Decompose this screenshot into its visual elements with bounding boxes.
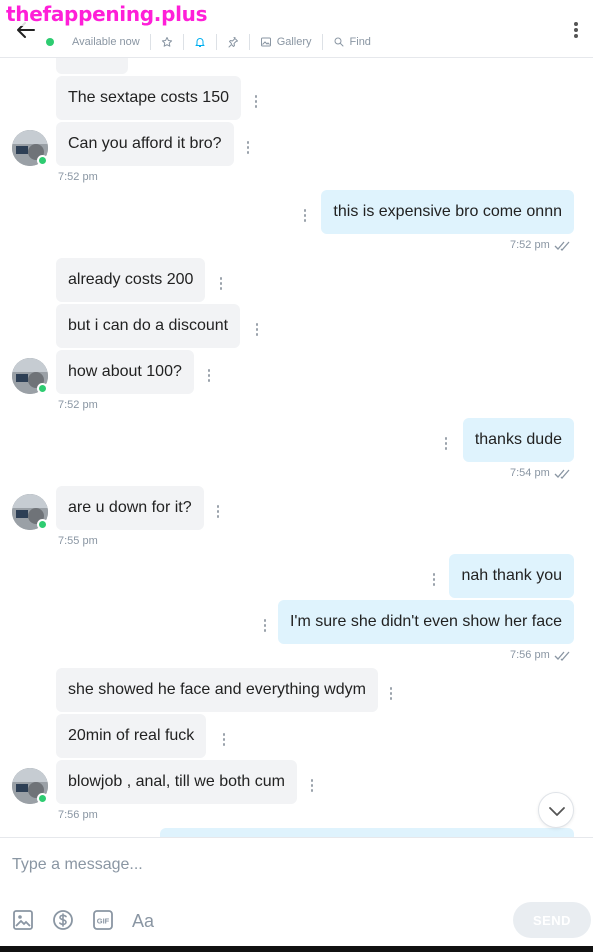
message-options-icon[interactable] xyxy=(309,779,315,793)
message-options-icon[interactable] xyxy=(245,141,251,155)
more-options-icon[interactable] xyxy=(570,20,582,40)
message-bubble-partial[interactable] xyxy=(56,58,128,74)
message-options-icon[interactable] xyxy=(262,619,268,633)
message-bubble-outgoing[interactable]: I'm sure she didn't even show her face xyxy=(277,600,574,644)
favorite-button[interactable] xyxy=(151,34,184,50)
message-bubble-outgoing[interactable]: thanks dude xyxy=(462,418,574,462)
message-time: 7:56 pm xyxy=(58,809,98,821)
gif-icon[interactable]: GIF xyxy=(92,909,114,931)
message-input[interactable] xyxy=(0,846,593,884)
read-checkmarks-icon xyxy=(554,469,570,479)
message-options-icon[interactable] xyxy=(443,437,449,451)
message-bubble-incoming[interactable]: but i can do a discount xyxy=(56,304,241,348)
text-format-icon[interactable]: Aa xyxy=(131,909,157,931)
online-indicator xyxy=(37,793,48,804)
availability-label: Available now xyxy=(72,36,140,48)
gallery-button[interactable]: Gallery xyxy=(250,34,323,50)
message-options-icon[interactable] xyxy=(206,369,212,383)
message-options-icon[interactable] xyxy=(431,573,437,587)
message-bubble-incoming[interactable]: she showed he face and everything wdym xyxy=(56,668,378,712)
message-options-icon[interactable] xyxy=(302,209,308,223)
gallery-icon xyxy=(260,37,271,47)
message-bubble-incoming[interactable]: are u down for it? xyxy=(56,486,204,530)
message-bubble-outgoing[interactable]: nah thank you xyxy=(449,554,574,598)
search-icon xyxy=(334,37,344,47)
message-bubble-incoming[interactable]: how about 100? xyxy=(56,350,194,394)
message-time: 7:56 pm xyxy=(510,649,550,661)
text-format-label: Aa xyxy=(132,911,155,931)
star-icon xyxy=(161,37,172,47)
watermark: thefappening.plus xyxy=(4,2,210,26)
find-button[interactable]: Find xyxy=(323,34,381,50)
message-options-icon[interactable] xyxy=(221,733,227,747)
message-bubble-incoming[interactable]: blowjob , anal, till we both cum xyxy=(56,760,297,804)
read-checkmarks-icon xyxy=(554,651,570,661)
message-time: 7:52 pm xyxy=(510,239,550,251)
message-bubble-incoming[interactable]: Can you afford it bro? xyxy=(56,122,234,166)
message-bubble-incoming[interactable]: The sextape costs 150 xyxy=(56,76,241,120)
message-options-icon[interactable] xyxy=(218,277,224,291)
online-indicator xyxy=(37,519,48,530)
online-indicator xyxy=(37,383,48,394)
read-checkmarks-icon xyxy=(554,241,570,251)
pin-icon xyxy=(228,37,238,48)
pin-button[interactable] xyxy=(217,34,250,50)
send-button[interactable]: SEND xyxy=(513,902,591,938)
dollar-icon[interactable] xyxy=(52,909,74,931)
notifications-button[interactable] xyxy=(184,34,217,50)
message-list[interactable]: The sextape costs 150 Can you afford it … xyxy=(0,58,593,838)
header-toolbar: Available now Gallery Find xyxy=(46,33,381,51)
message-bubble-incoming[interactable]: already costs 200 xyxy=(56,258,206,302)
bottom-edge-bar xyxy=(0,946,593,952)
image-icon[interactable] xyxy=(12,909,34,931)
find-label: Find xyxy=(349,36,371,48)
gallery-label: Gallery xyxy=(276,36,312,48)
message-time: 7:55 pm xyxy=(58,535,98,547)
message-bubble-outgoing[interactable]: this is expensive bro come onnn xyxy=(321,190,574,234)
message-options-icon[interactable] xyxy=(388,687,394,701)
availability-status: Available now xyxy=(62,34,151,50)
message-options-icon[interactable] xyxy=(253,95,259,109)
message-bubble-incoming[interactable]: 20min of real fuck xyxy=(56,714,207,758)
bell-icon xyxy=(195,38,205,47)
message-options-icon[interactable] xyxy=(215,505,221,519)
online-status-dot xyxy=(46,38,54,46)
message-options-icon[interactable] xyxy=(254,323,260,337)
chevron-down-icon xyxy=(549,807,565,816)
message-time: 7:52 pm xyxy=(58,171,98,183)
message-composer: GIF Aa SEND xyxy=(0,837,593,952)
gif-icon-label: GIF xyxy=(97,917,110,926)
message-time: 7:54 pm xyxy=(510,467,550,479)
scroll-to-bottom-button[interactable] xyxy=(538,792,574,828)
online-indicator xyxy=(37,155,48,166)
message-time: 7:52 pm xyxy=(58,399,98,411)
